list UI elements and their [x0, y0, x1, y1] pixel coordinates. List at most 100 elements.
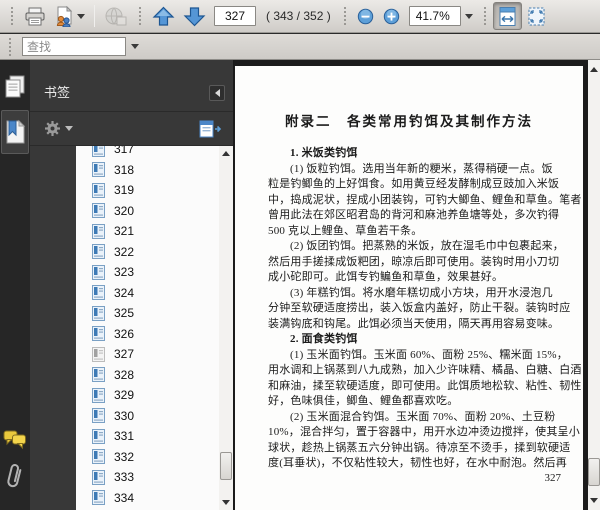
bookmark-page-icon	[92, 428, 105, 444]
bookmark-item[interactable]: 322	[76, 242, 219, 263]
pages-icon	[4, 74, 26, 100]
share-dropdown-caret[interactable]	[77, 13, 85, 19]
zoom-out-button[interactable]	[353, 2, 379, 30]
bookmark-page-icon	[92, 367, 105, 383]
text-line: (3) 年糕钓饵。将水磨年糕切成小方块，用开水浸泡几	[290, 286, 553, 299]
bookmark-label: 334	[114, 490, 135, 505]
printer-icon	[24, 7, 46, 26]
bookmark-item[interactable]: 330	[76, 406, 219, 427]
bookmark-item[interactable]: 317	[76, 146, 219, 160]
bookmark-item[interactable]: 320	[76, 201, 219, 222]
share-button[interactable]	[50, 2, 89, 30]
scroll-down-button[interactable]	[588, 493, 600, 508]
bookmarks-scrollbar[interactable]	[219, 146, 233, 510]
panel-title: 书签	[44, 85, 71, 100]
blue-down-arrow-icon	[183, 6, 206, 27]
zoom-in-button[interactable]	[379, 2, 405, 30]
document-pane[interactable]: 附录二 各类常用钓饵及其制作方法 1. 米饭类钓饵 (1) 饭粒钓饵。选用当年新的…	[234, 60, 600, 510]
findbar-grip[interactable]	[8, 36, 12, 57]
bookmarks-panel-header: 书签	[30, 60, 233, 112]
toolbar-grip[interactable]	[482, 6, 487, 26]
comments-tab[interactable]	[1, 420, 29, 458]
bookmark-item[interactable]: 327	[76, 344, 219, 365]
bookmark-label: 324	[114, 285, 135, 300]
text-line: 曾用此法在郊区昭君岛的背河和麻池养鱼塘等处，多次钓得	[268, 209, 560, 221]
text-line: (2) 玉米面混合钓饵。玉米面 70%、面粉 20%、土豆粉	[290, 410, 556, 423]
bookmark-label: 321	[114, 224, 135, 239]
bookmark-item[interactable]: 333	[76, 467, 219, 488]
bookmark-page-icon	[92, 305, 105, 321]
attachments-tab[interactable]	[1, 458, 29, 496]
bookmarks-tab[interactable]	[1, 110, 29, 154]
bookmark-page-icon	[92, 387, 105, 403]
zoom-level-input[interactable]	[408, 6, 461, 26]
toolbar-grip[interactable]	[10, 6, 14, 26]
bookmark-item[interactable]: 331	[76, 426, 219, 447]
zoom-dropdown-button[interactable]	[461, 2, 477, 30]
chevron-down-icon	[464, 13, 473, 19]
toolbar-separator	[94, 5, 95, 27]
page-number-label: 327	[544, 472, 562, 484]
text-line: (1) 饭粒钓饵。选用当年新的粳米，蒸得稍硬一点。饭	[290, 162, 553, 175]
toolbar-grip[interactable]	[138, 6, 142, 26]
bookmark-item[interactable]: 328	[76, 365, 219, 386]
text-line: 粒是钓鲫鱼的上好饵食。如用黄豆经发酵制成豆豉加入米饭	[268, 178, 560, 190]
document-heading: 附录二 各类常用钓饵及其制作方法	[285, 114, 533, 129]
scroll-up-button[interactable]	[219, 146, 233, 161]
toolbar-grip[interactable]	[342, 6, 347, 26]
bookmark-label: 323	[114, 265, 135, 280]
document-scrollbar[interactable]	[588, 60, 600, 510]
previous-page-button[interactable]	[148, 2, 179, 30]
text-line: 分钟至软硬适度捞出，装入饭盒内盖好，防止干裂。装钩时应	[268, 302, 571, 314]
scrollbar-thumb[interactable]	[588, 458, 600, 486]
text-line: 成小砣即可。此饵专钓鳊鱼和草鱼，效果甚好。	[268, 271, 504, 283]
page-number-input[interactable]	[214, 6, 256, 26]
text-line: 用水调和上锅蒸到八九成熟，加入少许味精、橘晶、白糖、白酒	[268, 364, 582, 376]
bookmark-ribbon-icon	[4, 119, 26, 145]
bookmark-page-icon	[92, 162, 105, 178]
document-body: 1. 米饭类钓饵 (1) 饭粒钓饵。选用当年新的粳米，蒸得稍硬一点。饭 粒是钓鲫鱼的…	[268, 146, 582, 472]
bookmark-item[interactable]: 329	[76, 385, 219, 406]
fit-width-button[interactable]	[492, 2, 522, 30]
gear-icon	[44, 120, 61, 137]
text-line: (1) 玉米面钓饵。玉米面 60%、面粉 25%、糯米面 15%，	[290, 348, 568, 361]
bookmark-label: 329	[114, 388, 135, 403]
bookmark-item[interactable]: 332	[76, 447, 219, 468]
bookmark-options-button[interactable]	[44, 120, 73, 137]
find-bar	[0, 34, 600, 60]
scroll-down-icon	[222, 500, 230, 505]
scrollbar-thumb[interactable]	[220, 452, 232, 480]
bookmark-item[interactable]: 318	[76, 160, 219, 181]
page-thumbnails-tab[interactable]	[1, 68, 29, 106]
scroll-down-icon	[590, 498, 598, 503]
minus-circle-icon	[357, 8, 374, 25]
text-line: (2) 饭团钓饵。把蒸熟的米饭，放在湿毛巾中包裹起来，	[290, 240, 564, 252]
collapse-left-icon	[214, 89, 220, 97]
goto-current-bookmark-button[interactable]	[199, 120, 223, 138]
bookmark-item[interactable]: 319	[76, 180, 219, 201]
next-page-button[interactable]	[179, 2, 210, 30]
bookmark-page-icon	[92, 146, 105, 157]
collapse-panel-button[interactable]	[209, 85, 225, 101]
scroll-up-button[interactable]	[588, 62, 600, 77]
bookmark-page-icon	[92, 244, 105, 260]
bookmark-item[interactable]: 323	[76, 262, 219, 283]
bookmark-label: 318	[114, 162, 135, 177]
find-input[interactable]	[22, 37, 126, 56]
send-online-button-disabled	[100, 2, 132, 30]
bookmarks-panel-toolbar	[30, 112, 233, 146]
bookmark-label: 320	[114, 203, 135, 218]
find-options-button[interactable]	[126, 37, 144, 56]
scroll-down-button[interactable]	[219, 495, 233, 510]
fit-width-icon	[497, 6, 518, 27]
bookmark-item[interactable]: 325	[76, 303, 219, 324]
document-page: 附录二 各类常用钓饵及其制作方法 1. 米饭类钓饵 (1) 饭粒钓饵。选用当年新的…	[235, 66, 583, 510]
bookmark-item[interactable]: 326	[76, 324, 219, 345]
fit-page-button[interactable]	[522, 2, 551, 30]
paperclip-icon	[6, 462, 24, 492]
bookmark-item[interactable]: 324	[76, 283, 219, 304]
bookmark-item[interactable]: 321	[76, 221, 219, 242]
print-button[interactable]	[20, 2, 50, 30]
bookmark-item[interactable]: 334	[76, 488, 219, 509]
bookmark-label: 319	[114, 183, 135, 198]
